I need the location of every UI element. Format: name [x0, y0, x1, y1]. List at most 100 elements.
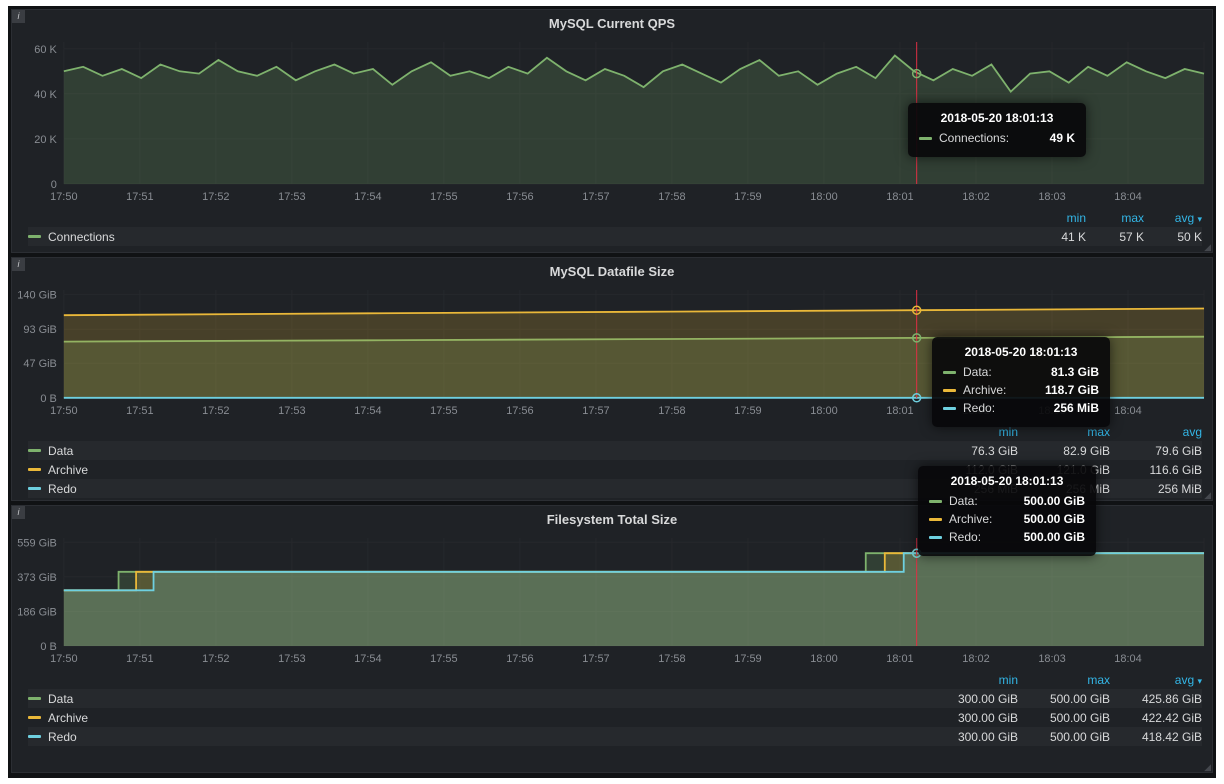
caret-down-icon: ▾: [1197, 676, 1202, 686]
datafile-chart-plot[interactable]: 0 B47 GiB93 GiB140 GiB17:5017:5117:5217:…: [14, 284, 1210, 422]
series-fill-Archive: [64, 309, 1204, 399]
panel-title[interactable]: MySQL Current QPS: [12, 10, 1212, 36]
legend-stat-value: 422.42 GiB: [1110, 711, 1202, 725]
legend-series-name[interactable]: Archive: [48, 463, 88, 477]
svg-text:17:50: 17:50: [50, 653, 77, 665]
svg-text:17:51: 17:51: [126, 405, 153, 417]
legend-sort-max[interactable]: max: [1018, 673, 1110, 687]
legend-series-name[interactable]: Data: [48, 444, 73, 458]
svg-text:18:04: 18:04: [1114, 405, 1141, 417]
legend-sort-max[interactable]: max: [1086, 211, 1144, 225]
svg-text:18:00: 18:00: [810, 191, 837, 203]
series-color-icon: [28, 449, 41, 452]
legend-sort-min[interactable]: min: [926, 425, 1018, 439]
qps-chart-plot[interactable]: 020 K40 K60 K17:5017:5117:5217:5317:5417…: [14, 36, 1210, 208]
svg-text:17:54: 17:54: [354, 191, 381, 203]
svg-text:18:01: 18:01: [886, 191, 913, 203]
svg-text:17:54: 17:54: [354, 653, 381, 665]
svg-text:40 K: 40 K: [34, 89, 57, 101]
series-color-icon: [28, 697, 41, 700]
x-axis-labels: 17:5017:5117:5217:5317:5417:5517:5617:57…: [50, 191, 1142, 203]
panel-info-icon[interactable]: i: [12, 506, 25, 519]
svg-text:17:53: 17:53: [278, 191, 305, 203]
panel-title[interactable]: Filesystem Total Size: [12, 506, 1212, 532]
svg-text:60 K: 60 K: [34, 44, 57, 56]
svg-text:17:51: 17:51: [126, 653, 153, 665]
y-axis-labels: 0 B47 GiB93 GiB140 GiB: [17, 289, 57, 405]
svg-text:17:56: 17:56: [506, 191, 533, 203]
legend-stat-value: 116.6 GiB: [1110, 463, 1202, 477]
svg-text:18:02: 18:02: [962, 653, 989, 665]
chart-area: 020 K40 K60 K17:5017:5117:5217:5317:5417…: [12, 36, 1212, 208]
series-color-icon: [28, 468, 41, 471]
svg-text:18:04: 18:04: [1114, 191, 1141, 203]
panel-resize-handle[interactable]: ◢: [1204, 763, 1211, 772]
svg-text:140 GiB: 140 GiB: [17, 289, 57, 301]
legend-header-row: minmaxavg ▾: [28, 670, 1202, 689]
svg-text:186 GiB: 186 GiB: [17, 606, 57, 618]
legend-sort-min[interactable]: min: [926, 673, 1018, 687]
legend-series-name[interactable]: Connections: [48, 230, 115, 244]
legend-sort-avg[interactable]: avg ▾: [1144, 211, 1202, 225]
svg-text:18:03: 18:03: [1038, 653, 1065, 665]
legend: minmaxavgData76.3 GiB82.9 GiB79.6 GiBArc…: [12, 422, 1212, 498]
legend-series-name[interactable]: Archive: [48, 711, 88, 725]
legend-stat-value: 425.86 GiB: [1110, 692, 1202, 706]
legend-header-row: minmaxavg: [28, 422, 1202, 441]
svg-text:17:58: 17:58: [658, 653, 685, 665]
svg-text:18:02: 18:02: [962, 191, 989, 203]
svg-text:18:04: 18:04: [1114, 653, 1141, 665]
svg-text:17:55: 17:55: [430, 191, 457, 203]
svg-text:17:50: 17:50: [50, 405, 77, 417]
filesystem-chart-plot[interactable]: 0 B186 GiB373 GiB559 GiB17:5017:5117:521…: [14, 532, 1210, 670]
legend-header-row: minmaxavg ▾: [28, 208, 1202, 227]
svg-text:17:58: 17:58: [658, 191, 685, 203]
svg-text:17:50: 17:50: [50, 191, 77, 203]
legend-sort-avg[interactable]: avg ▾: [1110, 673, 1202, 687]
svg-text:0 B: 0 B: [40, 393, 56, 405]
legend-row: Data76.3 GiB82.9 GiB79.6 GiB: [28, 441, 1202, 460]
svg-text:17:55: 17:55: [430, 405, 457, 417]
svg-text:18:02: 18:02: [962, 405, 989, 417]
legend-sort-max[interactable]: max: [1018, 425, 1110, 439]
panel-info-icon[interactable]: i: [12, 10, 25, 23]
legend-stat-value: 50 K: [1144, 230, 1202, 244]
series-fill-Redo: [64, 553, 1204, 646]
panel-resize-handle[interactable]: ◢: [1204, 491, 1211, 500]
series-color-icon: [28, 735, 41, 738]
y-axis-labels: 0 B186 GiB373 GiB559 GiB: [17, 537, 57, 653]
legend-stat-value: 300.00 GiB: [926, 730, 1018, 744]
legend-stat-value: 76.3 GiB: [926, 444, 1018, 458]
legend-row: Data300.00 GiB500.00 GiB425.86 GiB: [28, 689, 1202, 708]
legend-stat-value: 256 MiB: [1110, 482, 1202, 496]
x-axis-labels: 17:5017:5117:5217:5317:5417:5517:5617:57…: [50, 405, 1142, 417]
legend-stat-value: 112.0 GiB: [926, 463, 1018, 477]
panel-mysql-current-qps: i MySQL Current QPS 020 K40 K60 K17:5017…: [11, 9, 1213, 253]
legend-sort-avg[interactable]: avg: [1110, 425, 1202, 439]
series-color-icon: [28, 235, 41, 238]
legend-sort-min[interactable]: min: [1028, 211, 1086, 225]
panel-title[interactable]: MySQL Datafile Size: [12, 258, 1212, 284]
svg-text:17:53: 17:53: [278, 653, 305, 665]
svg-text:559 GiB: 559 GiB: [17, 537, 57, 549]
svg-text:0 B: 0 B: [40, 641, 56, 653]
legend-series-name[interactable]: Redo: [48, 730, 77, 744]
panel-mysql-datafile-size: i MySQL Datafile Size 0 B47 GiB93 GiB140…: [11, 257, 1213, 501]
legend-stat-value: 121.0 GiB: [1018, 463, 1110, 477]
svg-text:17:59: 17:59: [734, 653, 761, 665]
svg-text:17:57: 17:57: [582, 405, 609, 417]
legend-row: Redo256 MiB256 MiB256 MiB: [28, 479, 1202, 498]
svg-text:18:01: 18:01: [886, 653, 913, 665]
grafana-dashboard: i MySQL Current QPS 020 K40 K60 K17:5017…: [8, 6, 1216, 778]
panel-resize-handle[interactable]: ◢: [1204, 243, 1211, 252]
legend-series-name[interactable]: Redo: [48, 482, 77, 496]
svg-text:17:52: 17:52: [202, 191, 229, 203]
legend: minmaxavg ▾Data300.00 GiB500.00 GiB425.8…: [12, 670, 1212, 746]
panel-info-icon[interactable]: i: [12, 258, 25, 271]
svg-text:17:55: 17:55: [430, 653, 457, 665]
legend-series-name[interactable]: Data: [48, 692, 73, 706]
legend-row: Archive300.00 GiB500.00 GiB422.42 GiB: [28, 708, 1202, 727]
legend-stat-value: 82.9 GiB: [1018, 444, 1110, 458]
svg-text:17:54: 17:54: [354, 405, 381, 417]
legend-stat-value: 500.00 GiB: [1018, 730, 1110, 744]
